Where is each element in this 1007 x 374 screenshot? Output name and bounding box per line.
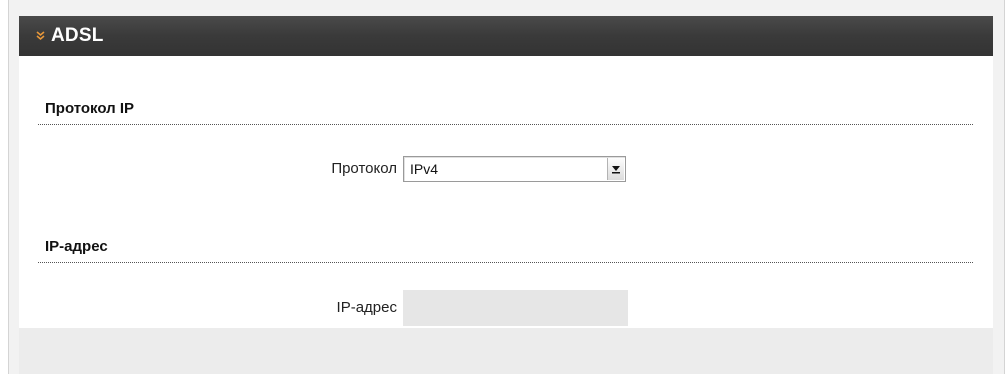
dropdown-arrow-icon[interactable] — [607, 158, 624, 180]
settings-panel — [19, 56, 993, 328]
section-title-adsl: ADSL — [51, 25, 104, 46]
ip-address-heading: IP-адрес — [45, 238, 108, 255]
section-header: ADSL — [19, 16, 993, 56]
protocol-select-value: IPv4 — [410, 161, 439, 177]
ip-address-label: IP-адрес — [336, 299, 397, 316]
chevron-double-down-icon[interactable] — [36, 31, 45, 41]
ip-address-input[interactable] — [403, 290, 628, 326]
ip-protocol-heading: Протокол IP — [45, 100, 135, 117]
protocol-label: Протокол — [331, 160, 397, 177]
protocol-select[interactable]: IPv4 — [403, 156, 626, 182]
footer-bar — [19, 328, 993, 374]
ip-address-divider — [38, 262, 973, 263]
ip-protocol-divider — [38, 124, 973, 125]
